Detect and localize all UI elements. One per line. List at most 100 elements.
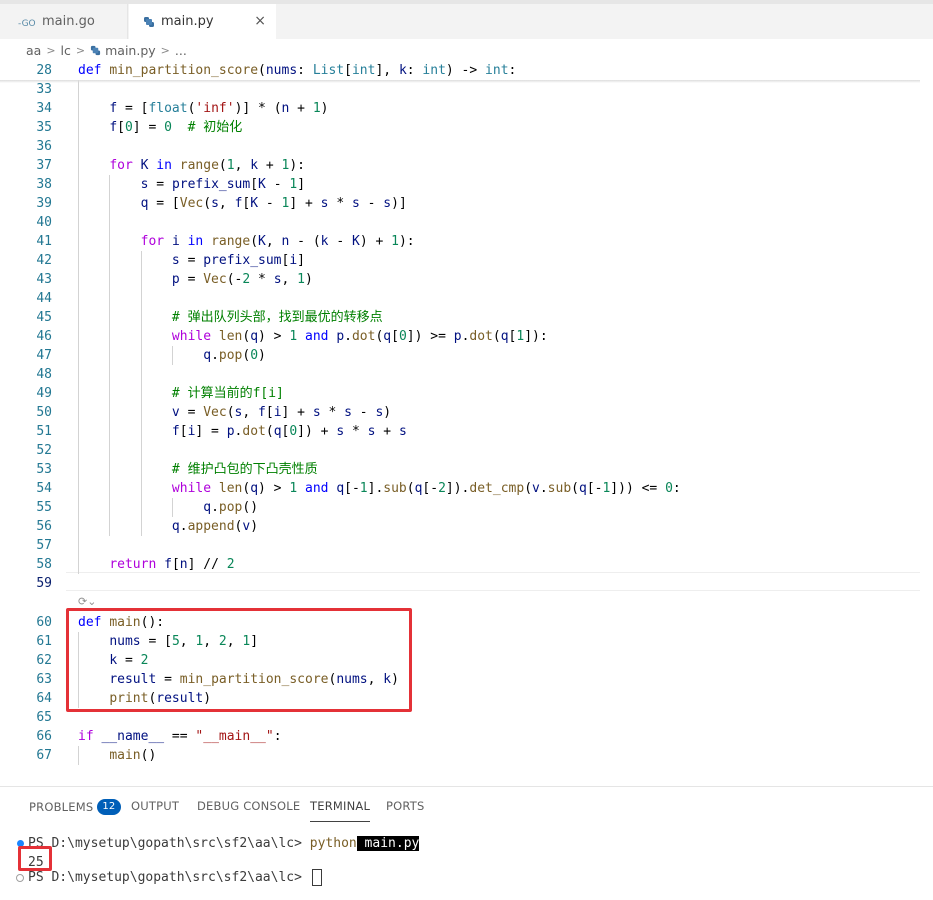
code-token: ])) <=: [610, 481, 666, 496]
code-token: f: [109, 120, 118, 135]
breadcrumb-symbol[interactable]: ...: [175, 43, 187, 58]
code-token: if: [78, 729, 94, 744]
code-token: [: [171, 557, 180, 572]
code-token: ): [320, 101, 329, 116]
code-token: (: [226, 405, 235, 420]
code-token: v: [532, 481, 540, 496]
code-token: int: [485, 63, 509, 78]
terminal-prompt: PS D:\mysetup\gopath\src\sf2\aa\lc>: [28, 870, 310, 885]
code-line: # 弹出队列头部，找到最优的转移点: [78, 308, 383, 327]
line-number: 61: [36, 634, 52, 649]
terminal-line-command: PS D:\mysetup\gopath\src\sf2\aa\lc> pyth…: [28, 834, 420, 853]
code-token: 1: [516, 329, 525, 344]
code-token: =: [179, 405, 204, 420]
code-token: (: [258, 63, 266, 78]
code-token: .: [539, 481, 548, 496]
svg-text:-GO: -GO: [18, 19, 36, 27]
tab-problems[interactable]: PROBLEMS 12: [29, 799, 121, 815]
codelens-icon[interactable]: ⟳⌄: [78, 595, 96, 608]
cursor-line-highlight: [66, 572, 933, 591]
code-token: (): [242, 500, 259, 515]
breadcrumb-file[interactable]: main.py: [105, 43, 156, 58]
code-token: q: [383, 329, 392, 344]
command-pending-dot-icon[interactable]: [16, 874, 24, 882]
code-line: q = [Vec(s, f[K - 1] + s * s - s)]: [78, 194, 407, 213]
line-number: 36: [36, 139, 52, 154]
code-line: # 维护凸包的下凸壳性质: [78, 460, 318, 479]
code-token: 1: [312, 101, 321, 116]
code-token: for: [140, 234, 165, 249]
code-token: K: [258, 177, 266, 192]
code-token: (: [218, 158, 227, 173]
line-number: 45: [36, 310, 52, 325]
code-token: List: [312, 63, 345, 78]
code-token: __name__: [101, 729, 165, 744]
code-token: range: [179, 158, 219, 173]
breadcrumb-aa[interactable]: aa: [26, 43, 41, 58]
code-token: 0: [250, 348, 259, 363]
code-token: s: [211, 196, 219, 211]
code-token: k: [398, 63, 407, 78]
code-token: return: [109, 557, 157, 572]
code-token: -: [258, 196, 282, 211]
breadcrumb-lc[interactable]: lc: [61, 43, 71, 58]
code-token: ]) +: [297, 424, 337, 439]
code-token: v: [171, 405, 180, 420]
close-icon[interactable]: ×: [254, 14, 266, 28]
code-token: =: [179, 272, 204, 287]
code-token: s: [273, 272, 282, 287]
tab-debug-console[interactable]: DEBUG CONSOLE: [197, 799, 300, 813]
code-token: f: [164, 557, 172, 572]
code-token: ,: [242, 405, 259, 420]
code-token: *: [328, 196, 352, 211]
code-token: ] +: [281, 405, 313, 420]
code-token: - (: [289, 234, 321, 249]
code-token: .: [179, 519, 188, 534]
code-token: ,: [265, 234, 282, 249]
tab-output[interactable]: OUTPUT: [131, 799, 179, 813]
editor-scrollbar[interactable]: [920, 61, 933, 786]
tab-label: OUTPUT: [131, 799, 180, 813]
tab-label: main.go: [42, 14, 95, 29]
code-token: ]: [297, 253, 305, 268]
line-number: 41: [36, 234, 52, 249]
highlight-box-main: [66, 608, 412, 712]
code-token: s: [171, 253, 180, 268]
code-token: ):: [289, 158, 306, 173]
code-token: ]).: [445, 481, 470, 496]
code-token: q: [171, 519, 180, 534]
code-token: q: [500, 329, 509, 344]
code-token: ] //: [187, 557, 227, 572]
line-number: 49: [36, 386, 52, 401]
chevron-right-icon: >: [75, 43, 86, 57]
code-token: range: [211, 234, 251, 249]
code-token: ,: [281, 272, 298, 287]
code-line: while len(q) > 1 and p.dot(q[0]) >= p.do…: [78, 327, 548, 346]
code-token: while: [171, 329, 212, 344]
code-token: dot: [469, 329, 493, 344]
tab-terminal[interactable]: TERMINAL: [310, 799, 371, 822]
code-token: # 维护凸包的下凸壳性质: [171, 462, 318, 477]
line-number: 57: [36, 538, 52, 553]
code-token: ): [258, 348, 266, 363]
tab-main-py[interactable]: main.py ×: [129, 4, 276, 39]
code-line: s = prefix_sum[i]: [78, 251, 305, 270]
code-token: ) >: [258, 329, 290, 344]
code-token: ] =: [195, 424, 227, 439]
line-number: 64: [36, 691, 52, 706]
code-token: [-: [422, 481, 439, 496]
code-line: s = prefix_sum[K - 1]: [78, 175, 305, 194]
tab-main-go[interactable]: -GO main.go: [0, 4, 128, 39]
code-token: [-: [586, 481, 603, 496]
tab-label: TERMINAL: [310, 799, 371, 813]
line-number: 28: [36, 63, 52, 78]
code-line: v = Vec(s, f[i] + s * s - s): [78, 403, 391, 422]
sticky-scroll-header[interactable]: 28 def min_partition_score(nums: List[in…: [0, 61, 933, 80]
tab-ports[interactable]: PORTS: [386, 799, 424, 813]
code-token: 1: [226, 158, 235, 173]
